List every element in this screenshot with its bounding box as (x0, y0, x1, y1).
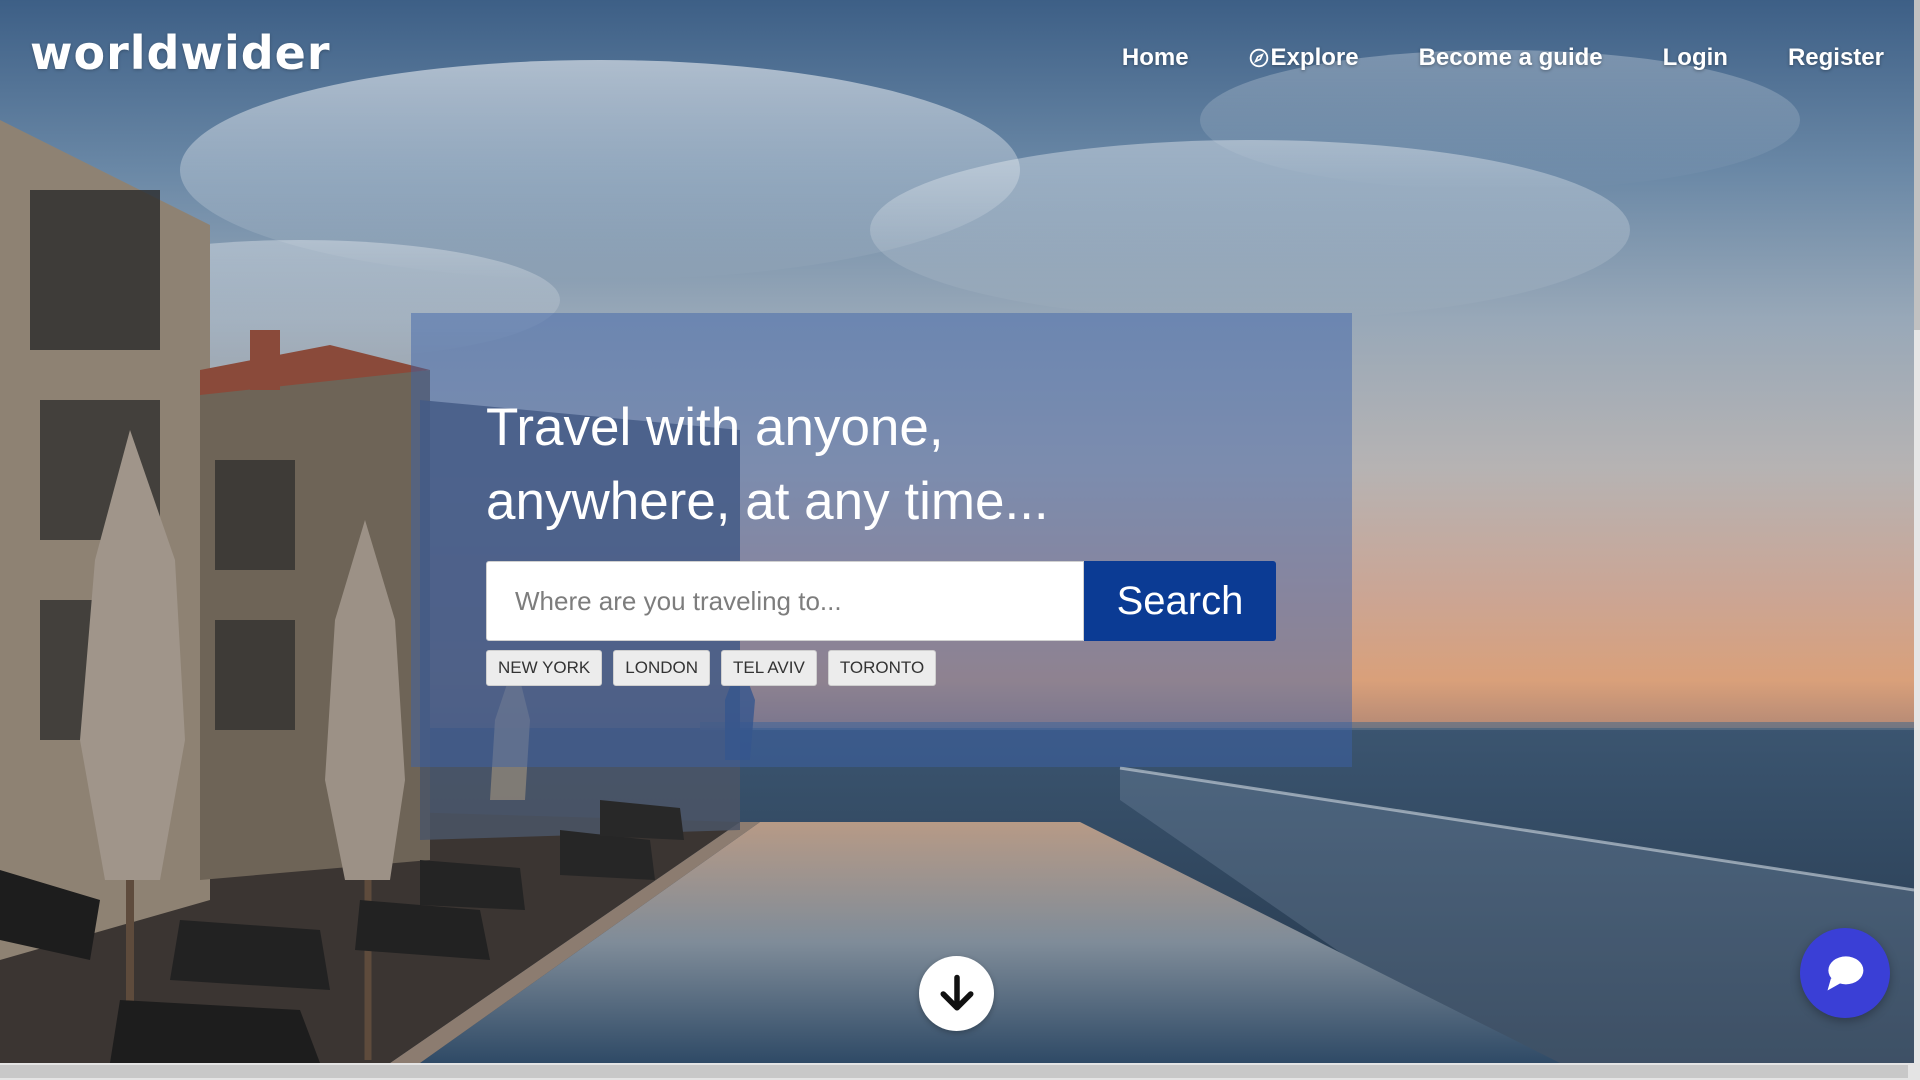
nav-explore-label: Explore (1270, 44, 1359, 71)
horizontal-scrollbar-thumb[interactable] (0, 1065, 1908, 1078)
destination-chip-tel-aviv[interactable]: TEL AVIV (721, 650, 817, 686)
nav-home-link[interactable]: Home (1122, 44, 1189, 72)
main-navigation: Home Explore Become a guide Login Regist… (1122, 44, 1884, 72)
vertical-scrollbar-thumb[interactable] (1914, 0, 1920, 330)
destination-chip-toronto[interactable]: TORONTO (827, 650, 937, 686)
nav-become-guide-link[interactable]: Become a guide (1419, 44, 1603, 72)
search-button[interactable]: Search (1084, 561, 1276, 641)
nav-login-label: Login (1662, 44, 1728, 71)
site-logo[interactable]: worldwider (30, 26, 331, 80)
nav-register-link[interactable]: Register (1788, 44, 1884, 72)
destination-search-input[interactable] (486, 561, 1084, 641)
nav-login-link[interactable]: Login (1663, 44, 1728, 72)
scroll-down-button[interactable] (919, 956, 994, 1031)
hero-headline: Travel with anyone, anywhere, at any tim… (486, 391, 1186, 539)
nav-home-label: Home (1121, 44, 1189, 71)
nav-explore-link[interactable]: Explore (1249, 44, 1359, 72)
compass-icon (1249, 48, 1268, 68)
quick-destination-chips: NEW YORK LONDON TEL AVIV TORONTO (486, 650, 937, 686)
hero-headline-line2: anywhere, at any time... (486, 472, 1049, 531)
hero-headline-line1: Travel with anyone, (486, 398, 944, 457)
destination-chip-london[interactable]: LONDON (613, 650, 710, 686)
arrow-down-icon (940, 974, 973, 1010)
chat-bubble-icon (1827, 956, 1864, 991)
landing-page: worldwider Home Explore Become a guide L… (0, 0, 1920, 1080)
search-bar: Search (486, 561, 1276, 641)
horizontal-scrollbar[interactable] (0, 1063, 1920, 1080)
chat-button[interactable] (1800, 928, 1890, 1018)
nav-become-guide-label: Become a guide (1418, 44, 1603, 71)
hero-search-panel: Travel with anyone, anywhere, at any tim… (411, 313, 1352, 767)
destination-chip-new-york[interactable]: NEW YORK (486, 650, 603, 686)
vertical-scrollbar[interactable] (1914, 0, 1920, 1063)
nav-register-label: Register (1787, 44, 1884, 71)
